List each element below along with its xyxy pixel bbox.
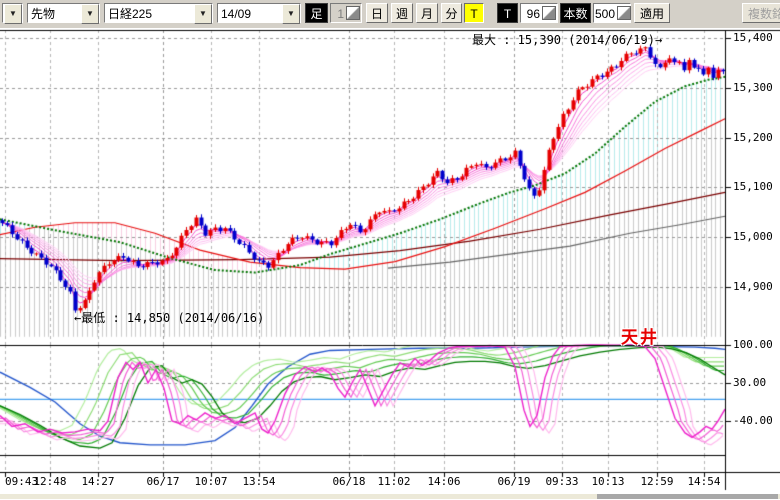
scrollbar-thumb[interactable] [597,494,778,499]
t-count-value: 96 [521,4,542,22]
chevron-down-icon[interactable]: ▼ [81,4,99,24]
chart-canvas[interactable] [0,28,780,500]
spinner-icon[interactable] [617,6,631,20]
interval-stepper[interactable]: 1 [330,3,362,23]
symbol-select-value: 日経225 [105,4,194,22]
chart-application-window: ▼ 先物 ▼ 日経225 ▼ 14/09 ▼ 足 1 日 週 月 分 T T 9… [0,0,780,500]
period-week-button[interactable]: 週 [391,3,413,23]
toolbar: ▼ 先物 ▼ 日経225 ▼ 14/09 ▼ 足 1 日 週 月 分 T T 9… [0,0,780,29]
mini-combo[interactable]: ▼ [2,3,23,23]
chevron-down-icon[interactable]: ▼ [194,4,212,24]
period-minute-button[interactable]: 分 [441,3,462,23]
interval-value: 1 [331,4,346,22]
bars-count-value: 500 [594,4,617,22]
symbol-select[interactable]: 日経225 ▼ [104,3,213,23]
apply-button[interactable]: 適用 [634,3,670,23]
bars-count-stepper[interactable]: 500 [593,3,631,23]
horizontal-scrollbar[interactable] [0,494,780,499]
period-month-button[interactable]: 月 [416,3,438,23]
period-day-button[interactable]: 日 [366,3,388,23]
market-select[interactable]: 先物 ▼ [27,3,100,23]
chevron-down-icon[interactable]: ▼ [282,4,300,24]
bars-label: 本数 [560,3,591,23]
t-label: T [497,3,518,23]
contract-month-value: 14/09 [218,4,282,22]
t-count-stepper[interactable]: 96 [520,3,558,23]
chevron-down-icon[interactable]: ▼ [4,4,22,24]
spinner-icon[interactable] [346,6,360,20]
spinner-icon[interactable] [542,6,556,20]
contract-month-select[interactable]: 14/09 ▼ [217,3,301,23]
multi-symbol-button[interactable]: 複数銘柄 [742,3,780,23]
chart-area [0,28,780,500]
ashi-label: 足 [305,3,328,23]
market-select-value: 先物 [28,4,81,22]
tick-mode-toggle[interactable]: T [464,3,484,23]
